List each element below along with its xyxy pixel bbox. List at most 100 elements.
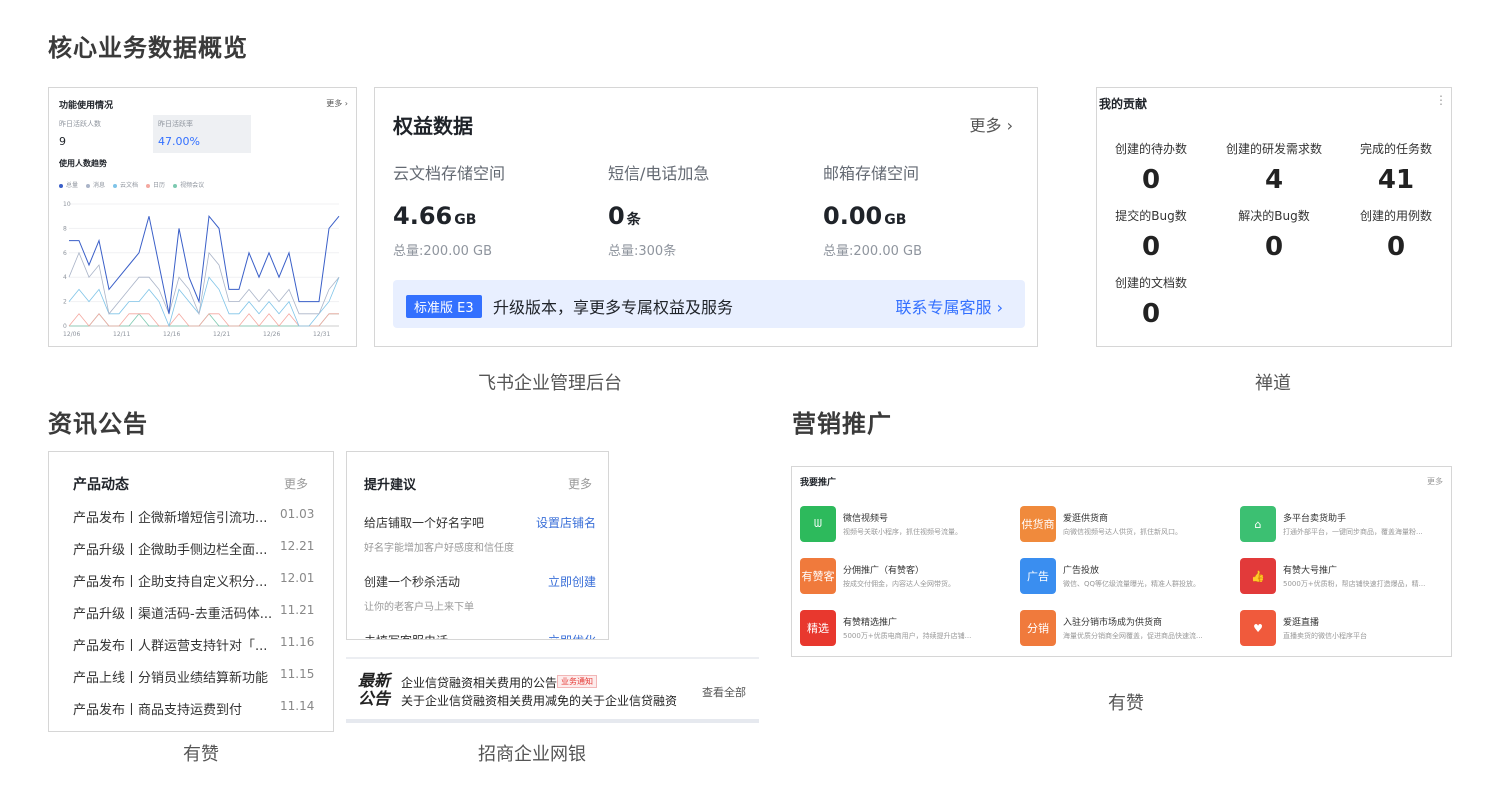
create-flash-sale-link[interactable]: 立即创建 — [548, 573, 596, 590]
suggestion-title: 提升建议 — [364, 478, 417, 493]
news-row[interactable]: 产品上线丨分销员业绩结算新功能 11.15 — [73, 667, 314, 686]
x-tick-label: 12/21 — [213, 331, 230, 338]
promo-item[interactable]: 供货商 爱逛供货商 向微信视频号达人供货，抓住新风口。 — [1020, 506, 1235, 544]
multi-platform-icon: ⌂ — [1240, 506, 1276, 542]
affiliate-icon: 有赞客 — [800, 558, 836, 594]
rights-label: 云文档存储空间 — [393, 164, 506, 183]
usage-trend-chart: 0 2 4 6 8 10 12/06 12/11 12/16 12/21 12/26 12/31 — [63, 201, 340, 338]
legend-dot — [173, 183, 178, 188]
view-all-link[interactable]: 查看全部 — [702, 684, 746, 700]
contrib-testcases: 创建的用例数 0 — [1359, 209, 1432, 262]
promo-name: 广告投放 — [1063, 566, 1100, 576]
legend-dot — [59, 183, 63, 188]
usage-title: 功能使用情况 — [59, 101, 114, 111]
caption-cmb: 招商企业网银 — [478, 744, 586, 765]
promo-item[interactable]: 广告 广告投放 微信、QQ等亿级流量曝光，精准人群投放。 — [1020, 558, 1235, 596]
more-menu-icon[interactable]: ⋮ — [1435, 93, 1447, 107]
rights-more-link[interactable]: 更多 › — [970, 112, 1014, 136]
promotion-more-link[interactable]: 更多 — [1427, 476, 1443, 487]
suggestion-more-link[interactable]: 更多 — [568, 475, 592, 492]
wechat-channels-icon: ᗯ — [800, 506, 836, 542]
promo-item[interactable]: 分销 入驻分销市场成为供货商 海量优质分销商全网覆盖，促进商品快速流... — [1020, 610, 1235, 648]
promo-item[interactable]: 精选 有赞精选推广 5000万+优质电商用户，持续提升店铺... — [800, 610, 1015, 648]
promo-item[interactable]: 👍 有赞大号推广 5000万+优质粉，帮店铺快速打造爆品，精... — [1240, 558, 1455, 596]
rights-label: 短信/电话加急 — [608, 164, 710, 183]
promo-item[interactable]: ⌂ 多平台卖货助手 打通外部平台，一键同步商品，覆盖海量粉... — [1240, 506, 1455, 544]
notice-headline[interactable]: 企业信贷融资相关费用的公告 — [401, 674, 557, 691]
notice-subline[interactable]: 关于企业信贷融资相关费用减免的关于企业信贷融资 — [401, 692, 677, 709]
contribution-card: 我的贡献 ⋮ 创建的待办数 0 创建的研发需求数 4 完成的任务数 41 提交的Bug… — [1096, 87, 1452, 347]
y-tick-label: 4 — [63, 274, 67, 281]
promo-desc: 视频号关联小程序，抓住视频号流量。 — [843, 528, 962, 536]
news-row[interactable]: 产品发布丨企微新增短信引流功... 01.03 — [73, 507, 314, 526]
caption-feishu: 飞书企业管理后台 — [478, 373, 622, 394]
promo-item[interactable]: ♥ 爱逛直播 直播卖货的微信小程序平台 — [1240, 610, 1455, 648]
promo-name: 有赞大号推广 — [1283, 566, 1338, 576]
rights-value: 4.66 — [393, 202, 453, 230]
x-tick-label: 12/26 — [263, 331, 280, 338]
rights-value: 0 — [608, 202, 625, 230]
notice-tag: 业务通知 — [557, 675, 597, 688]
stat-active-rate[interactable]: 昨日活跃率 47.00% — [153, 115, 251, 153]
usage-more-link[interactable]: 更多 › — [326, 98, 348, 109]
contrib-requirements: 创建的研发需求数 4 — [1225, 142, 1322, 195]
promo-name: 入驻分销市场成为供货商 — [1063, 618, 1163, 628]
caption-chandao: 禅道 — [1255, 373, 1291, 394]
rights-title: 权益数据 — [393, 114, 473, 138]
legend-dot — [113, 183, 118, 188]
news-row[interactable]: 产品发布丨商品支持运费到付 11.14 — [73, 699, 314, 718]
promo-name: 爱逛供货商 — [1063, 514, 1109, 524]
news-row[interactable]: 产品升级丨渠道活码-去重活码体... 11.21 — [73, 603, 314, 622]
stat-label: 昨日活跃率 — [158, 120, 193, 128]
contact-service-link[interactable]: 联系专属客服 › — [896, 294, 1004, 318]
caption-youzan-market: 有赞 — [1108, 693, 1144, 714]
rights-total: 总量:200.00 GB — [823, 244, 922, 259]
news-row[interactable]: 产品发布丨企助支持自定义积分... 12.01 — [73, 571, 314, 590]
y-tick-label: 10 — [63, 201, 71, 208]
set-store-name-link[interactable]: 设置店铺名 — [536, 514, 596, 531]
product-news-title: 产品动态 — [73, 477, 129, 493]
rights-col-mail: 邮箱存储空间 0.00 GB 总量:200.00 GB — [823, 160, 922, 259]
selection-icon: 精选 — [800, 610, 836, 646]
rights-total: 总量:300条 — [608, 244, 677, 259]
legend-item[interactable]: 总量 — [59, 180, 78, 189]
y-tick-label: 2 — [63, 299, 67, 306]
notice-logo: 最新 公告 — [358, 671, 391, 708]
promo-desc: 打通外部平台，一键同步商品，覆盖海量粉... — [1283, 528, 1423, 536]
product-news-more-link[interactable]: 更多 — [284, 475, 308, 492]
promo-desc: 直播卖货的微信小程序平台 — [1283, 632, 1367, 640]
rights-unit: GB — [454, 212, 477, 228]
legend-item[interactable]: 云文档 — [113, 180, 138, 189]
section-title-marketing: 营销推广 — [792, 410, 892, 438]
legend-dot — [86, 183, 91, 188]
x-tick-label: 12/16 — [163, 331, 180, 338]
promo-item[interactable]: ᗯ 微信视频号 视频号关联小程序，抓住视频号流量。 — [800, 506, 1015, 544]
contrib-tasks: 完成的任务数 41 — [1359, 142, 1432, 195]
stat-value: 9 — [59, 135, 66, 148]
promo-name: 有赞精选推广 — [843, 618, 898, 628]
legend-item[interactable]: 消息 — [86, 180, 105, 189]
optimize-link[interactable]: 立即优化 — [548, 632, 596, 639]
chart-legend: 总量 消息 云文档 日历 视频会议 — [59, 180, 204, 189]
legend-item[interactable]: 视频会议 — [173, 180, 204, 189]
promotion-title: 我要推广 — [800, 478, 837, 488]
news-row[interactable]: 产品升级丨企微助手侧边栏全面... 12.21 — [73, 539, 314, 558]
y-tick-label: 0 — [63, 323, 67, 330]
rights-card: 权益数据 更多 › 云文档存储空间 4.66 GB 总量:200.00 GB 短信… — [374, 87, 1038, 347]
legend-item[interactable]: 日历 — [146, 180, 165, 189]
stat-active-users: 昨日活跃人数 9 — [54, 115, 152, 153]
promo-desc: 海量优质分销商全网覆盖，促进商品快速流... — [1063, 632, 1203, 640]
promo-desc: 向微信视频号达人供货，抓住新风口。 — [1063, 528, 1182, 536]
news-row[interactable]: 产品发布丨人群运营支持针对「... 11.16 — [73, 635, 314, 654]
thumb-icon: 👍 — [1240, 558, 1276, 594]
trend-subtitle: 使用人数趋势 — [59, 159, 107, 168]
promotion-card: 我要推广 更多 ᗯ 微信视频号 视频号关联小程序，抓住视频号流量。 供货商 爱逛供货商向… — [791, 466, 1452, 657]
rights-col-docs: 云文档存储空间 4.66 GB 总量:200.00 GB — [393, 160, 505, 259]
contrib-todo: 创建的待办数 0 — [1114, 142, 1187, 195]
legend-dot — [146, 183, 151, 188]
upgrade-banner: 标准版 E3 升级版本，享更多专属权益及服务 联系专属客服 › — [393, 280, 1025, 328]
stat-label: 昨日活跃人数 — [59, 120, 101, 128]
promo-item[interactable]: 有赞客 分佣推广（有赞客） 按成交付佣金，内容达人全网带货。 — [800, 558, 1015, 596]
contrib-bugs-resolved: 解决的Bug数 0 — [1238, 209, 1310, 262]
cmb-notice-card: 最新 公告 企业信贷融资相关费用的公告 业务通知 关于企业信贷融资相关费用减免的关… — [346, 657, 759, 723]
